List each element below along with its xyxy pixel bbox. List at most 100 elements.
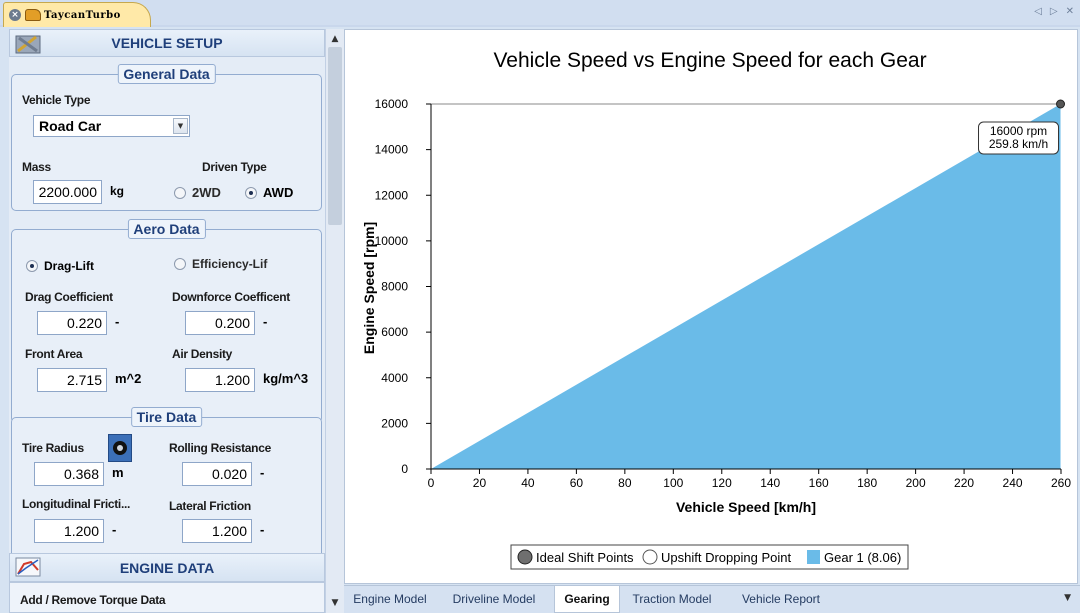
- rolling-resistance-unit: -: [260, 465, 265, 480]
- chevron-down-icon[interactable]: ▼: [173, 118, 188, 134]
- radio-awd-dot: [245, 186, 257, 199]
- vehicle-setup-title: VEHICLE SETUP: [111, 35, 223, 51]
- tab-gearing[interactable]: Gearing: [554, 586, 620, 613]
- radio-drag-lift[interactable]: Drag-Lift: [26, 259, 94, 273]
- x-tick-label-240: 240: [1003, 476, 1023, 490]
- add-remove-torque-row[interactable]: Add / Remove Torque Data: [9, 582, 325, 613]
- ideal-shift-point-1: [1056, 99, 1066, 109]
- downforce-coefficient-field[interactable]: 0.200: [185, 311, 255, 335]
- scroll-right-icon[interactable]: ▷: [1050, 6, 1058, 17]
- ideal-shift-points-marker: [517, 549, 533, 565]
- x-tick-label-160: 160: [809, 476, 829, 490]
- radio-2wd-dot: [174, 186, 186, 199]
- x-tick-label-140: 140: [760, 476, 780, 490]
- close-window-icon[interactable]: ✕: [1066, 6, 1074, 17]
- legend-gear-1: Gear 1 (8.06): [824, 550, 901, 565]
- engine-data-header[interactable]: ENGINE DATA: [9, 553, 325, 582]
- aero-data-title: Aero Data: [127, 219, 206, 239]
- radio-efficiency-lift[interactable]: Efficiency-Lif: [174, 257, 267, 271]
- lateral-friction-field[interactable]: 1.200: [182, 519, 252, 543]
- vehicle-setup-header[interactable]: VEHICLE SETUP: [9, 29, 325, 57]
- drag-coefficient-field[interactable]: 0.220: [37, 311, 107, 335]
- lateral-friction-label: Lateral Friction: [169, 499, 251, 513]
- x-tick-label-200: 200: [906, 476, 926, 490]
- mass-label: Mass: [22, 160, 51, 174]
- bottom-tab-bar: Engine Model Driveline Model Gearing Tra…: [344, 585, 1080, 613]
- radio-drag-lift-label: Drag-Lift: [44, 259, 94, 273]
- x-tick-label-80: 80: [618, 476, 632, 490]
- vehicle-setup-panel: VEHICLE SETUP General Data Vehicle Type …: [9, 29, 325, 613]
- chart-title: Vehicle Speed vs Engine Speed for each G…: [493, 49, 926, 72]
- scroll-left-icon[interactable]: ◁: [1034, 6, 1042, 17]
- general-data-title: General Data: [117, 64, 216, 84]
- car-icon: [25, 9, 41, 21]
- mass-field[interactable]: 2200.000: [33, 180, 102, 204]
- y-tick-label-6000: 6000: [381, 325, 408, 339]
- chart-legend: Ideal Shift Points Upshift Dropping Poin…: [510, 544, 909, 570]
- drag-coefficient-unit: -: [115, 314, 120, 329]
- gear-1-swatch: [807, 550, 820, 564]
- longitudinal-friction-label: Longitudinal Fricti...: [22, 497, 131, 511]
- tools-icon: [15, 35, 41, 54]
- annotation-line-1-2: 259.8 km/h: [989, 137, 1048, 151]
- tire-radius-field[interactable]: 0.368: [34, 462, 104, 486]
- tab-driveline-model[interactable]: Driveline Model: [440, 586, 548, 613]
- x-tick-label-120: 120: [712, 476, 732, 490]
- legend-upshift-dropping-point: Upshift Dropping Point: [661, 550, 791, 565]
- aero-data-group: Aero Data Drag-Lift Efficiency-Lif Drag …: [11, 219, 322, 423]
- annotation-line-1-1: 16000 rpm: [990, 124, 1047, 138]
- longitudinal-friction-unit: -: [112, 522, 117, 537]
- engine-data-title: ENGINE DATA: [119, 559, 215, 576]
- y-tick-label-8000: 8000: [381, 280, 408, 294]
- general-data-group: General Data Vehicle Type Road Car ▼ Mas…: [11, 64, 322, 211]
- air-density-unit: kg/m^3: [263, 371, 309, 386]
- tire-data-title: Tire Data: [130, 407, 203, 427]
- tire-radius-label: Tire Radius: [22, 441, 84, 455]
- tab-traction-model[interactable]: Traction Model: [624, 586, 720, 613]
- x-tick-label-180: 180: [857, 476, 877, 490]
- front-area-label: Front Area: [25, 347, 83, 361]
- tab-engine-model[interactable]: Engine Model: [344, 586, 436, 613]
- radio-awd[interactable]: AWD: [245, 185, 293, 200]
- front-area-field[interactable]: 2.715: [37, 368, 107, 392]
- radio-2wd[interactable]: 2WD: [174, 185, 221, 200]
- longitudinal-friction-field[interactable]: 1.200: [34, 519, 104, 543]
- x-tick-label-0: 0: [428, 476, 435, 490]
- downforce-coefficient-label: Downforce Coefficent: [172, 290, 291, 304]
- y-axis-label: Engine Speed [rpm]: [361, 222, 377, 354]
- radio-drag-lift-dot: [26, 260, 38, 272]
- air-density-field[interactable]: 1.200: [185, 368, 255, 392]
- legend-ideal-shift-points: Ideal Shift Points: [536, 550, 634, 565]
- close-tab-icon[interactable]: ×: [9, 9, 21, 21]
- plot-area: 0 20 40 60 80 100 120 140 160 180 200 220 240 260 0 200…: [375, 97, 1072, 490]
- driven-type-label: Driven Type: [202, 160, 267, 174]
- vehicle-type-select[interactable]: Road Car ▼: [33, 115, 190, 137]
- x-axis-label: Vehicle Speed [km/h]: [676, 499, 816, 515]
- x-tick-label-40: 40: [521, 476, 535, 490]
- torque-curve-icon: [15, 557, 41, 577]
- gearing-chart: Vehicle Speed vs Engine Speed for each G…: [361, 49, 1072, 570]
- radio-efficiency-label: Efficiency-Lif: [192, 257, 268, 271]
- y-tick-label-10000: 10000: [375, 234, 409, 248]
- document-tab-label: TaycanTurbo: [44, 9, 121, 21]
- downforce-coefficient-unit: -: [263, 314, 268, 329]
- document-tab[interactable]: × TaycanTurbo: [3, 2, 151, 27]
- left-panel-scrollbar[interactable]: ▲ ▼: [325, 29, 344, 613]
- lateral-friction-unit: -: [260, 522, 265, 537]
- radio-awd-label: AWD: [263, 185, 294, 200]
- tire-radius-unit: m: [112, 465, 124, 480]
- tab-vehicle-report[interactable]: Vehicle Report: [732, 586, 830, 613]
- y-tick-label-16000: 16000: [375, 97, 409, 111]
- y-tick-label-4000: 4000: [381, 371, 408, 385]
- tab-list-dropdown-icon[interactable]: ▼: [1064, 593, 1071, 603]
- scroll-down-icon[interactable]: ▼: [326, 595, 344, 611]
- rolling-resistance-field[interactable]: 0.020: [182, 462, 252, 486]
- document-tab-bar: × TaycanTurbo ◁ ▷ ✕: [0, 0, 1080, 27]
- x-tick-label-220: 220: [954, 476, 974, 490]
- tire-calculator-button[interactable]: [108, 434, 132, 462]
- gearing-chart-panel: Vehicle Speed vs Engine Speed for each G…: [344, 29, 1078, 584]
- vehicle-type-value: Road Car: [39, 118, 102, 134]
- mass-unit: kg: [110, 184, 125, 198]
- scroll-up-icon[interactable]: ▲: [326, 31, 344, 47]
- scroll-thumb[interactable]: [328, 47, 342, 225]
